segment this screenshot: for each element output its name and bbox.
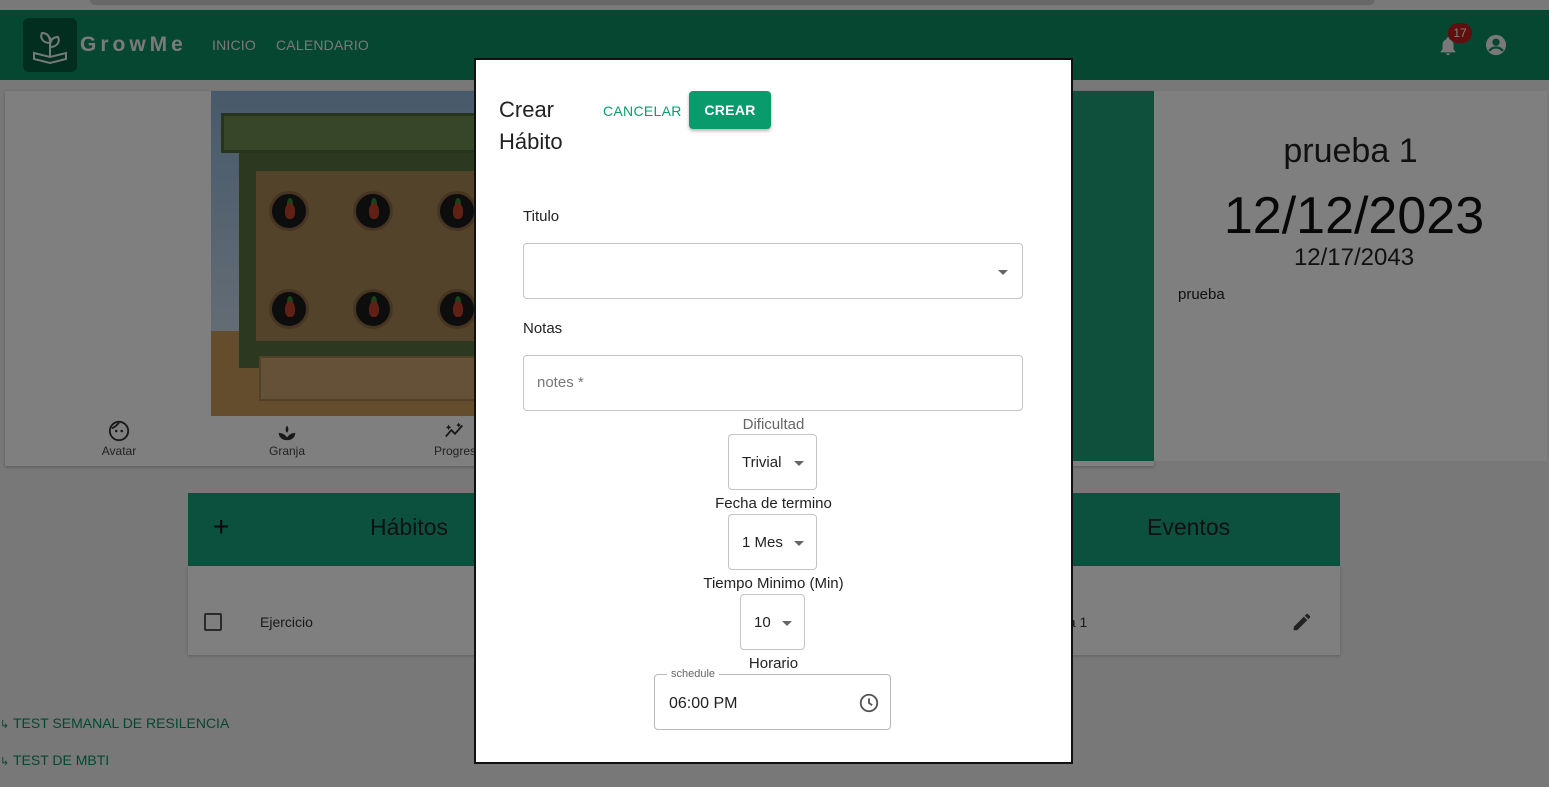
tiempo-select[interactable]: 10 — [740, 594, 805, 650]
notas-input[interactable]: notes * — [523, 355, 1023, 411]
schedule-time-value: 06:00 PM — [669, 695, 738, 712]
notas-label: Notas — [523, 320, 563, 337]
dialog-title-line2: Hábito — [499, 129, 563, 154]
fecha-select[interactable]: 1 Mes — [728, 514, 817, 570]
clock-icon[interactable] — [858, 692, 880, 714]
chevron-down-icon — [794, 461, 804, 466]
cancel-button[interactable]: CANCELAR — [597, 94, 688, 128]
dialog-title: Crear Hábito — [499, 94, 589, 158]
notas-placeholder: notes * — [537, 374, 584, 391]
create-habit-dialog: Crear Hábito CANCELAR CREAR Titulo Notas… — [474, 58, 1073, 764]
chevron-down-icon — [794, 541, 804, 546]
dialog-title-line1: Crear — [499, 97, 555, 122]
titulo-select[interactable] — [523, 243, 1023, 299]
chevron-down-icon — [998, 270, 1008, 275]
create-button[interactable]: CREAR — [689, 91, 771, 129]
tiempo-value: 10 — [754, 614, 771, 631]
tiempo-label: Tiempo Minimo (Min) — [703, 575, 844, 592]
fecha-label: Fecha de termino — [715, 495, 832, 512]
dificultad-label: Dificultad — [742, 416, 805, 433]
fecha-value: 1 Mes — [742, 534, 783, 551]
dificultad-select[interactable]: Trivial — [728, 434, 817, 490]
horario-label: Horario — [748, 655, 799, 672]
titulo-label: Titulo — [523, 208, 560, 225]
dificultad-value: Trivial — [742, 454, 782, 471]
chevron-down-icon — [782, 621, 792, 626]
schedule-legend: schedule — [667, 668, 720, 680]
